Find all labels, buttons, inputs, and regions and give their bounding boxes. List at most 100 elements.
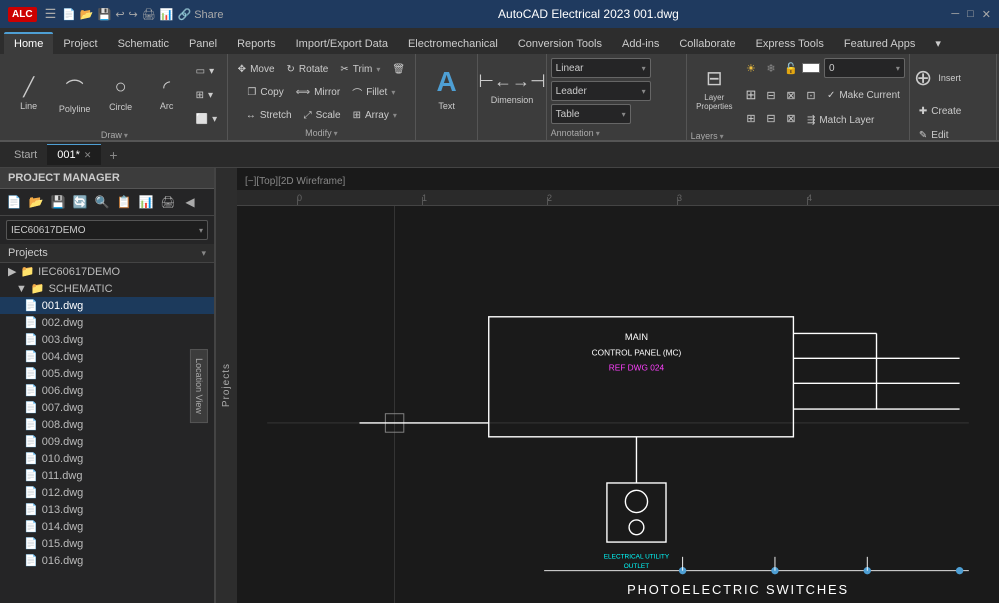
create-button[interactable]: ✚ Create: [914, 100, 992, 122]
modify-group-label[interactable]: Modify ▾: [305, 128, 338, 138]
minimize-btn[interactable]: ─: [951, 8, 959, 20]
tree-013dwg[interactable]: 📄 013.dwg: [0, 501, 214, 518]
tree-002dwg[interactable]: 📄 002.dwg: [0, 314, 214, 331]
text-button[interactable]: A Text: [422, 58, 472, 118]
tree-008dwg[interactable]: 📄 008.dwg: [0, 416, 214, 433]
linear-dropdown[interactable]: Linear ▾: [551, 58, 651, 78]
layer-name-dropdown[interactable]: 0 ▾: [824, 58, 905, 78]
share-btn[interactable]: 🔗 Share: [177, 8, 223, 21]
canvas-area[interactable]: [−][Top][2D Wireframe] 0 1 2 3 4: [237, 168, 999, 603]
erase-button[interactable]: 🗑: [387, 58, 410, 80]
leader-dropdown[interactable]: Leader ▾: [551, 81, 651, 101]
layer-icon2a[interactable]: ⊞: [742, 86, 760, 104]
plot-icon[interactable]: 📊: [160, 8, 174, 21]
annotation-group-label[interactable]: Annotation ▾: [551, 128, 682, 138]
arc-button[interactable]: ◜ Arc: [145, 64, 189, 124]
tree-011dwg[interactable]: 📄 011.dwg: [0, 467, 214, 484]
edit-button[interactable]: ✎ Edit: [914, 124, 992, 142]
rotate-button[interactable]: ↻ Rotate: [282, 58, 334, 80]
projects-tree-arrow[interactable]: ▾: [201, 248, 206, 259]
move-button[interactable]: ✥ Move: [233, 58, 280, 80]
maximize-btn[interactable]: □: [967, 8, 974, 20]
menu-icon[interactable]: ☰: [45, 6, 57, 22]
print-icon[interactable]: 🖨: [142, 8, 156, 21]
pm-new-btn[interactable]: 📄: [4, 192, 24, 212]
location-view-tab[interactable]: Location View: [190, 349, 208, 423]
tree-001dwg[interactable]: 📄 001.dwg: [0, 297, 214, 314]
gradient-button[interactable]: ⬜▾: [191, 108, 222, 130]
layer-state-icon[interactable]: ☀: [742, 59, 760, 77]
pm-print-btn[interactable]: 🖨: [158, 192, 178, 212]
stretch-button[interactable]: ↔ Stretch: [241, 104, 297, 126]
tab-electromechanical[interactable]: Electromechanical: [398, 34, 508, 54]
tab-express[interactable]: Express Tools: [746, 34, 834, 54]
scale-button[interactable]: ⤢ Scale: [299, 104, 346, 126]
tree-009dwg[interactable]: 📄 009.dwg: [0, 433, 214, 450]
tab-panel[interactable]: Panel: [179, 34, 227, 54]
projects-vertical-tab[interactable]: Projects: [215, 168, 237, 603]
dimension-button[interactable]: ⊢←→⊣ Dimension: [484, 58, 540, 118]
tree-014dwg[interactable]: 📄 014.dwg: [0, 518, 214, 535]
project-select-dropdown[interactable]: IEC60617DEMO ▾: [6, 220, 208, 240]
tree-006dwg[interactable]: 📄 006.dwg: [0, 382, 214, 399]
layers-group-label[interactable]: Layers ▾: [691, 131, 905, 141]
tree-004dwg[interactable]: 📄 004.dwg: [0, 348, 214, 365]
tree-005dwg[interactable]: 📄 005.dwg: [0, 365, 214, 382]
layer-icon2d[interactable]: ⊡: [802, 86, 820, 104]
pm-save-btn[interactable]: 💾: [48, 192, 68, 212]
array-button[interactable]: ⊞ Array ▾: [348, 104, 402, 126]
undo-icon[interactable]: ↩: [115, 8, 124, 21]
tree-015dwg[interactable]: 📄 015.dwg: [0, 535, 214, 552]
layer-icon3c[interactable]: ⊠: [782, 109, 800, 127]
polyline-button[interactable]: ⌒ Polyline: [53, 64, 97, 124]
doc-tab-001[interactable]: 001* ✕: [47, 144, 101, 165]
tab-reports[interactable]: Reports: [227, 34, 286, 54]
doc-tab-start[interactable]: Start: [4, 145, 47, 165]
tree-007dwg[interactable]: 📄 007.dwg: [0, 399, 214, 416]
001-tab-close[interactable]: ✕: [84, 150, 92, 161]
tree-iec60617demo[interactable]: ▶ 📁 IEC60617DEMO: [0, 263, 214, 280]
redo-icon[interactable]: ↪: [129, 8, 138, 21]
draw-group-label[interactable]: Draw ▾: [101, 130, 128, 140]
close-btn[interactable]: ✕: [982, 8, 991, 21]
tree-010dwg[interactable]: 📄 010.dwg: [0, 450, 214, 467]
tab-addins[interactable]: Add-ins: [612, 34, 669, 54]
table-dropdown[interactable]: Table ▾: [551, 104, 631, 124]
pm-back-btn[interactable]: ◀: [180, 192, 200, 212]
tab-more[interactable]: ▾: [925, 33, 951, 54]
fillet-button[interactable]: ⌒ Fillet ▾: [347, 81, 400, 103]
pm-refresh-btn[interactable]: 🔄: [70, 192, 90, 212]
layer-color-icon[interactable]: [802, 59, 820, 77]
trim-button[interactable]: ✂ Trim ▾: [335, 58, 385, 80]
pm-search-btn[interactable]: 🔍: [92, 192, 112, 212]
line-button[interactable]: ╱ Line: [7, 64, 51, 124]
copy-button[interactable]: ❐ Copy: [242, 81, 288, 103]
tab-collaborate[interactable]: Collaborate: [669, 34, 745, 54]
layer-icon2c[interactable]: ⊠: [782, 86, 800, 104]
tree-012dwg[interactable]: 📄 012.dwg: [0, 484, 214, 501]
match-layer-button[interactable]: ⇶ Match Layer: [802, 109, 879, 131]
tab-featured[interactable]: Featured Apps: [834, 34, 926, 54]
hatch-button[interactable]: ⊞▾: [191, 84, 222, 106]
open-icon[interactable]: 📂: [80, 8, 94, 21]
layer-freeze-icon[interactable]: ❄: [762, 59, 780, 77]
new-icon[interactable]: 📄: [62, 8, 76, 21]
circle-button[interactable]: ○ Circle: [99, 64, 143, 124]
tab-project[interactable]: Project: [53, 34, 107, 54]
make-current-button[interactable]: ✓ Make Current: [822, 84, 905, 106]
tab-schematic[interactable]: Schematic: [108, 34, 179, 54]
insert-button[interactable]: ⊕ Insert: [914, 58, 984, 98]
layer-lock-icon[interactable]: 🔓: [782, 59, 800, 77]
tree-schematic[interactable]: ▼ 📁 SCHEMATIC: [0, 280, 214, 297]
layer-properties-button[interactable]: ⊟ LayerProperties: [691, 58, 738, 118]
layer-icon3a[interactable]: ⊞: [742, 109, 760, 127]
pm-open-btn[interactable]: 📂: [26, 192, 46, 212]
tree-003dwg[interactable]: 📄 003.dwg: [0, 331, 214, 348]
layer-icon3b[interactable]: ⊟: [762, 109, 780, 127]
pm-chart-btn[interactable]: 📊: [136, 192, 156, 212]
add-tab-button[interactable]: +: [101, 143, 125, 167]
tab-import-export[interactable]: Import/Export Data: [286, 34, 398, 54]
save-icon[interactable]: 💾: [98, 8, 112, 21]
tree-016dwg[interactable]: 📄 016.dwg: [0, 552, 214, 569]
tab-conversion[interactable]: Conversion Tools: [508, 34, 612, 54]
